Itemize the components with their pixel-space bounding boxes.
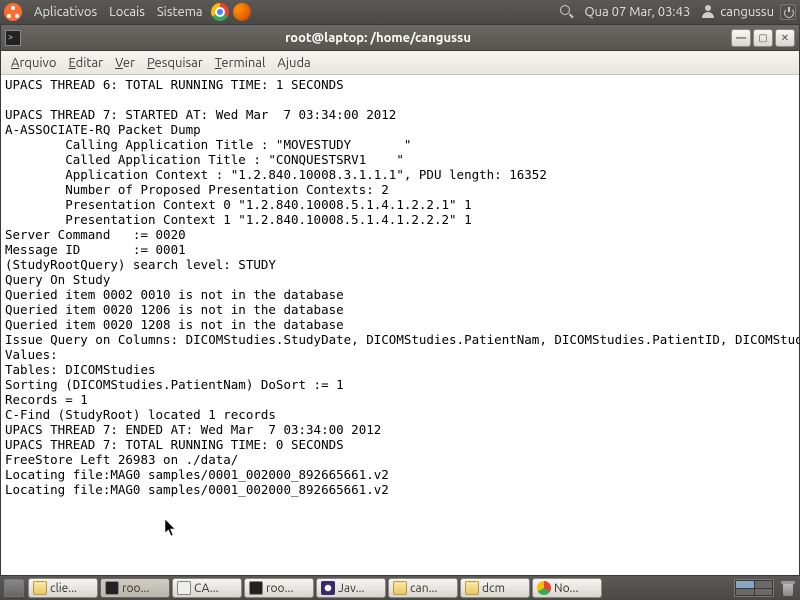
taskbar-item-label: clie...	[50, 582, 77, 595]
firefox-launcher-icon[interactable]	[233, 3, 251, 21]
minimize-button[interactable]: —	[731, 29, 751, 47]
menu-pesquisar[interactable]: Pesquisar	[147, 56, 203, 70]
window-title: root@laptop: /home/cangussu	[27, 31, 729, 45]
trash-icon[interactable]	[780, 580, 796, 596]
taskbar-item-label: roo...	[266, 582, 293, 595]
taskbar-item[interactable]: can...	[388, 578, 458, 598]
terminal-output[interactable]: UPACS THREAD 6: TOTAL RUNNING TIME: 1 SE…	[1, 75, 799, 575]
show-desktop-button[interactable]	[4, 579, 24, 597]
taskbar-item[interactable]: roo...	[100, 578, 170, 598]
taskbar-item[interactable]: roo...	[244, 578, 314, 598]
taskbar-item[interactable]: Jav...	[316, 578, 386, 598]
gnome-top-panel: Aplicativos Locais Sistema Qua 07 Mar, 0…	[0, 0, 800, 24]
chrome-launcher-icon[interactable]	[211, 3, 229, 21]
taskbar-item-label: dcm	[482, 582, 505, 595]
menu-ver[interactable]: Ver	[115, 56, 135, 70]
menu-editar[interactable]: Editar	[68, 56, 103, 70]
term-icon	[105, 581, 119, 595]
maximize-button[interactable]: ▢	[753, 29, 773, 47]
taskbar-item-label: No...	[554, 582, 578, 595]
gnome-bottom-panel: clie... roo... CA... roo... Jav... can... dcm N…	[0, 576, 800, 600]
workspace-switcher[interactable]	[734, 579, 774, 597]
taskbar-item[interactable]: No...	[532, 578, 602, 598]
power-icon[interactable]	[780, 4, 796, 20]
gedit-icon	[177, 581, 191, 595]
terminal-window: root@laptop: /home/cangussu — ▢ ✕ AArqui…	[0, 24, 800, 576]
menu-arquivo[interactable]: AArquivorquivo	[11, 56, 56, 70]
menu-terminal[interactable]: Terminal	[215, 56, 266, 70]
taskbar-item[interactable]: clie...	[28, 578, 98, 598]
window-titlebar[interactable]: root@laptop: /home/cangussu — ▢ ✕	[1, 25, 799, 51]
folder-icon	[33, 581, 47, 595]
taskbar-item-label: CA...	[194, 582, 219, 595]
chrome-icon	[537, 581, 551, 595]
taskbar-item[interactable]: CA...	[172, 578, 242, 598]
taskbar: clie... roo... CA... roo... Jav... can... dcm N…	[28, 578, 730, 598]
folder-icon	[465, 581, 479, 595]
taskbar-item-label: roo...	[122, 582, 149, 595]
taskbar-item[interactable]: dcm	[460, 578, 530, 598]
terminal-menubar: AArquivorquivo Editar Ver Pesquisar Term…	[1, 51, 799, 75]
user-icon[interactable]	[700, 4, 716, 20]
eclipse-icon	[321, 581, 335, 595]
menu-ajuda[interactable]: Ajuda	[277, 56, 310, 70]
close-button[interactable]: ✕	[775, 29, 795, 47]
menu-places[interactable]: Locais	[109, 5, 145, 19]
menu-applications[interactable]: Aplicativos	[34, 5, 97, 19]
folder-icon	[393, 581, 407, 595]
clock-text[interactable]: Qua 07 Mar, 03:43	[584, 5, 690, 19]
ubuntu-logo-icon	[4, 3, 22, 21]
taskbar-item-label: Jav...	[338, 582, 364, 595]
taskbar-item-label: can...	[410, 582, 437, 595]
menu-system[interactable]: Sistema	[157, 5, 203, 19]
terminal-app-icon	[5, 30, 21, 46]
username-label[interactable]: cangussu	[720, 5, 774, 19]
term-icon	[249, 581, 263, 595]
search-icon[interactable]	[560, 5, 574, 19]
